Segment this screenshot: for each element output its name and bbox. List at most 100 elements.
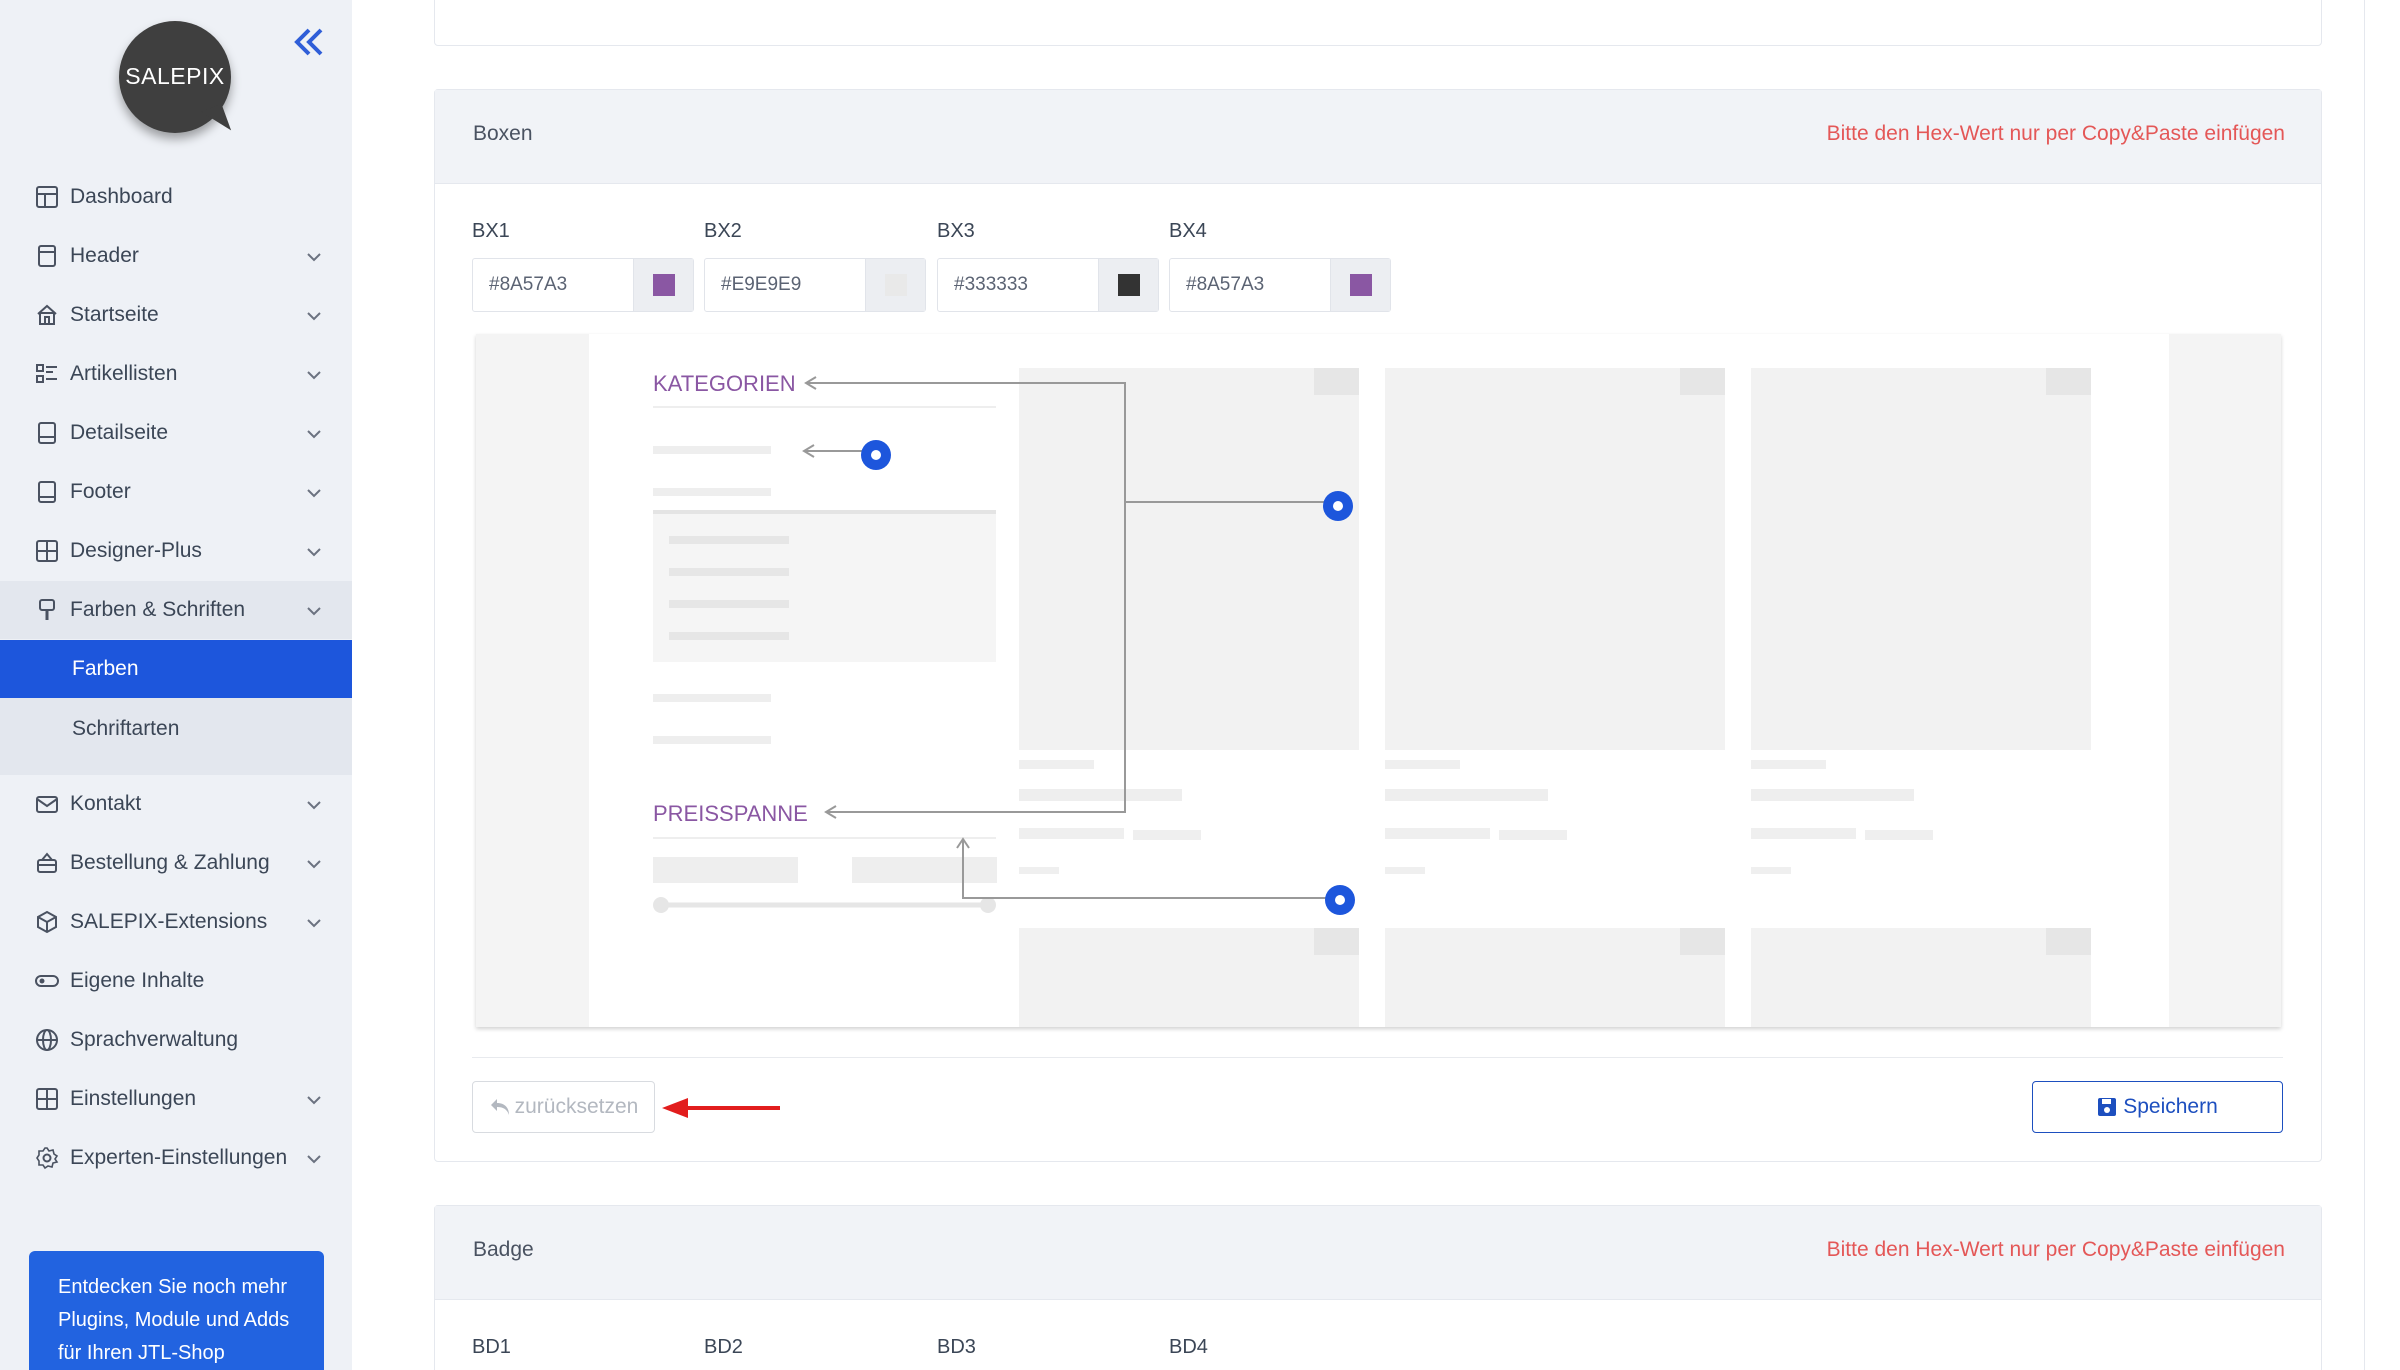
reset-label: zurücksetzen xyxy=(514,1095,639,1118)
chevron-down-icon xyxy=(307,1155,321,1164)
sidebar-item-label: Artikellisten xyxy=(70,362,178,385)
preview-illustration: KATEGORIEN PREISSPANNE xyxy=(589,334,2169,1027)
collapse-sidebar-icon[interactable] xyxy=(289,24,329,60)
color-value[interactable]: #8A57A3 xyxy=(1186,274,1264,296)
sidebar-item-farben[interactable]: Farben xyxy=(0,640,352,698)
list-icon xyxy=(36,364,57,383)
sidebar-item-einstellungen[interactable]: Einstellungen xyxy=(0,1070,352,1128)
previous-card xyxy=(434,0,2322,46)
footer-icon xyxy=(38,481,56,503)
chevron-down-icon xyxy=(307,312,321,321)
field-label-bx4: BX4 xyxy=(1169,220,1207,242)
gear-icon xyxy=(36,1147,59,1170)
home-icon xyxy=(37,304,57,325)
field-label-bx2: BX2 xyxy=(704,220,742,242)
red-arrow-annotation xyxy=(662,1098,780,1118)
sidebar-item-label: Farben xyxy=(72,657,139,680)
mail-icon xyxy=(36,796,58,813)
boxen-card-header: Boxen Bitte den Hex-Wert nur per Copy&Pa… xyxy=(435,90,2321,184)
color-picker-button[interactable] xyxy=(865,259,925,311)
chevron-down-icon xyxy=(307,607,321,616)
toggle-icon xyxy=(35,975,59,987)
promo-banner[interactable]: Entdecken Sie noch mehr Plugins, Module … xyxy=(29,1251,324,1370)
sidebar-item-label: Sprachverwaltung xyxy=(70,1028,239,1051)
preview-label-preisspanne: PREISSPANNE xyxy=(653,801,808,826)
color-picker-button[interactable] xyxy=(1098,259,1158,311)
logo-text: SALEPIX xyxy=(125,63,225,89)
chevron-down-icon xyxy=(307,801,321,810)
sidebar-item-label: Footer xyxy=(70,480,131,503)
chevron-down-icon xyxy=(307,371,321,380)
reset-button[interactable]: zurücksetzen xyxy=(472,1081,655,1133)
sidebar-item-label: Dashboard xyxy=(70,185,173,208)
hex-hint: Bitte den Hex-Wert nur per Copy&Paste ei… xyxy=(1826,122,2285,145)
grid-icon xyxy=(36,540,58,562)
cube-icon xyxy=(37,910,57,934)
header-icon xyxy=(38,245,56,267)
color-swatch xyxy=(1350,274,1372,296)
chevron-down-icon xyxy=(307,489,321,498)
sidebar-item-label: Schriftarten xyxy=(72,717,180,740)
sidebar-item-label: SALEPIX-Extensions xyxy=(70,910,268,933)
sidebar-item-sprachverwaltung[interactable]: Sprachverwaltung xyxy=(0,1011,352,1069)
color-input-bx1[interactable]: #8A57A3 xyxy=(472,258,694,312)
sidebar-item-label: Header xyxy=(70,244,139,267)
save-button[interactable]: Speichern xyxy=(2032,1081,2283,1133)
sidebar-item-label: Kontakt xyxy=(70,792,142,815)
color-value[interactable]: #333333 xyxy=(954,274,1028,296)
chevron-down-icon xyxy=(307,548,321,557)
undo-icon xyxy=(490,1099,509,1115)
salepix-logo[interactable]: SALEPIX xyxy=(119,21,237,139)
sidebar-item-label: Einstellungen xyxy=(70,1087,197,1110)
sidebar-item-farben-schriften[interactable]: Farben & Schriften xyxy=(0,581,352,639)
sidebar-item-footer[interactable]: Footer xyxy=(0,463,352,521)
sidebar-item-label: Designer-Plus xyxy=(70,539,202,562)
chevron-down-icon xyxy=(307,860,321,869)
sidebar-item-label: Bestellung & Zahlung xyxy=(70,851,270,874)
color-input-bx4[interactable]: #8A57A3 xyxy=(1169,258,1391,312)
field-label-bd3: BD3 xyxy=(937,1336,976,1358)
paint-brush-icon xyxy=(39,599,55,620)
color-input-bx3[interactable]: #333333 xyxy=(937,258,1159,312)
color-value[interactable]: #8A57A3 xyxy=(489,274,567,296)
sidebar-item-label: Detailseite xyxy=(70,421,169,444)
badge-card-header: Badge Bitte den Hex-Wert nur per Copy&Pa… xyxy=(435,1206,2321,1300)
sidebar-item-dashboard[interactable]: Dashboard xyxy=(0,168,352,226)
settings-grid-icon xyxy=(36,1088,58,1110)
color-picker-button[interactable] xyxy=(1330,259,1390,311)
globe-icon xyxy=(36,1029,58,1051)
chevron-down-icon xyxy=(307,1096,321,1105)
color-input-bx2[interactable]: #E9E9E9 xyxy=(704,258,926,312)
color-swatch xyxy=(1118,274,1140,296)
sidebar-item-experten-einstellungen[interactable]: Experten-Einstellungen xyxy=(0,1129,352,1187)
sidebar-item-label: Farben & Schriften xyxy=(70,598,246,621)
dashboard-icon xyxy=(36,186,58,208)
field-label-bx3: BX3 xyxy=(937,220,975,242)
color-swatch xyxy=(653,274,675,296)
sidebar-item-label: Eigene Inhalte xyxy=(70,969,205,992)
sidebar: SALEPIX Dashboard Header Startseite Arti… xyxy=(0,0,352,1370)
field-label-bx1: BX1 xyxy=(472,220,510,242)
color-value[interactable]: #E9E9E9 xyxy=(721,274,801,296)
preview-label-kategorien: KATEGORIEN xyxy=(653,371,796,396)
detail-page-icon xyxy=(38,422,56,444)
sidebar-item-eigene-inhalte[interactable]: Eigene Inhalte xyxy=(0,952,352,1010)
sidebar-item-label: Startseite xyxy=(70,303,159,326)
sidebar-item-startseite[interactable]: Startseite xyxy=(0,286,352,344)
sidebar-item-kontakt[interactable]: Kontakt xyxy=(0,775,352,833)
sidebar-item-detailseite[interactable]: Detailseite xyxy=(0,404,352,462)
color-picker-button[interactable] xyxy=(633,259,693,311)
floppy-disk-icon xyxy=(2098,1098,2117,1116)
sidebar-item-header[interactable]: Header xyxy=(0,227,352,285)
sidebar-item-schriftarten[interactable]: Schriftarten xyxy=(0,700,352,758)
sidebar-item-bestellung-zahlung[interactable]: Bestellung & Zahlung xyxy=(0,834,352,892)
sidebar-item-label: Experten-Einstellungen xyxy=(70,1146,288,1169)
card-title: Badge xyxy=(473,1238,534,1261)
hex-hint: Bitte den Hex-Wert nur per Copy&Paste ei… xyxy=(1826,1238,2285,1261)
sidebar-item-salepix-extensions[interactable]: SALEPIX-Extensions xyxy=(0,893,352,951)
boxen-preview-image: KATEGORIEN PREISSPANNE xyxy=(476,334,2281,1027)
sidebar-item-artikellisten[interactable]: Artikellisten xyxy=(0,345,352,403)
sidebar-item-designer-plus[interactable]: Designer-Plus xyxy=(0,522,352,580)
boxen-divider xyxy=(472,1057,2283,1058)
chevron-down-icon xyxy=(307,430,321,439)
